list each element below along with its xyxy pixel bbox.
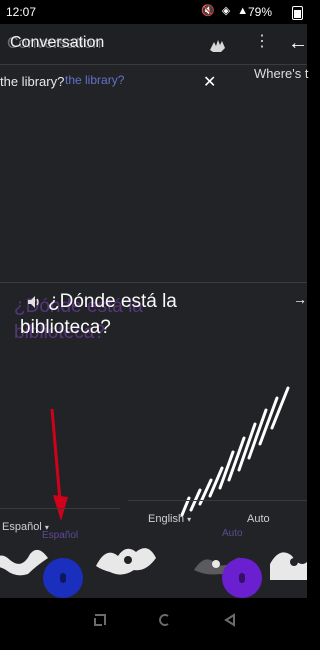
red-arrow-annotation — [50, 408, 68, 521]
app-bar: Conversation Conversation ⋮ ← — [0, 24, 308, 64]
mic-icon — [60, 573, 66, 583]
divider — [0, 64, 307, 65]
language-label-spanish: Español — [2, 521, 42, 533]
status-time: 12:07 — [6, 5, 37, 19]
page-title: Conversation — [10, 34, 105, 51]
hand-wave-icon[interactable] — [207, 36, 229, 54]
battery-icon — [292, 6, 303, 20]
chevron-down-icon: ▾ — [187, 515, 192, 524]
recent-apps-icon[interactable] — [92, 612, 108, 628]
back-arrow-icon[interactable]: ← — [288, 32, 308, 55]
battery-percentage: 79% — [248, 5, 273, 19]
wave-shape-icon — [270, 552, 307, 580]
mic-button-auto[interactable] — [222, 558, 262, 598]
source-text-ghost: the library? — [65, 73, 125, 87]
system-nav-bar — [0, 598, 307, 650]
more-options-icon[interactable]: ⋮ — [254, 34, 270, 50]
home-icon[interactable] — [156, 612, 172, 628]
translation-text: ¿Dónde está la biblioteca? — [20, 289, 240, 341]
divider — [128, 500, 307, 501]
translation-text-value: ¿Dónde está la biblioteca? — [20, 291, 177, 338]
wave-shape-icon — [0, 549, 48, 576]
status-bar: 12:07 🔇 ◈ ▲ 79% — [0, 0, 307, 24]
language-label-english: English — [148, 513, 185, 525]
language-selector-auto[interactable]: Auto — [247, 513, 270, 525]
mic-icon — [239, 573, 245, 583]
screen: 12:07 🔇 ◈ ▲ 79% Conversation Conversatio… — [0, 0, 309, 650]
language-label-auto: Auto — [247, 513, 270, 525]
source-text: the library? — [0, 74, 65, 89]
status-icons: 🔇 ◈ ▲ — [201, 5, 251, 17]
gesture-lines — [180, 386, 290, 517]
arrow-icon[interactable]: → — [293, 291, 307, 307]
mic-button-spanish[interactable] — [43, 558, 83, 598]
divider — [0, 508, 120, 509]
close-icon[interactable]: ✕ — [203, 72, 216, 92]
language-label-auto-ghost: Auto — [222, 528, 243, 539]
language-selector-english[interactable]: English ▾ — [148, 513, 191, 525]
wave-shape-icon — [96, 548, 156, 575]
divider — [0, 282, 307, 283]
source-text-right-ghost: Where's t — [254, 66, 309, 81]
back-nav-icon[interactable] — [222, 612, 238, 628]
